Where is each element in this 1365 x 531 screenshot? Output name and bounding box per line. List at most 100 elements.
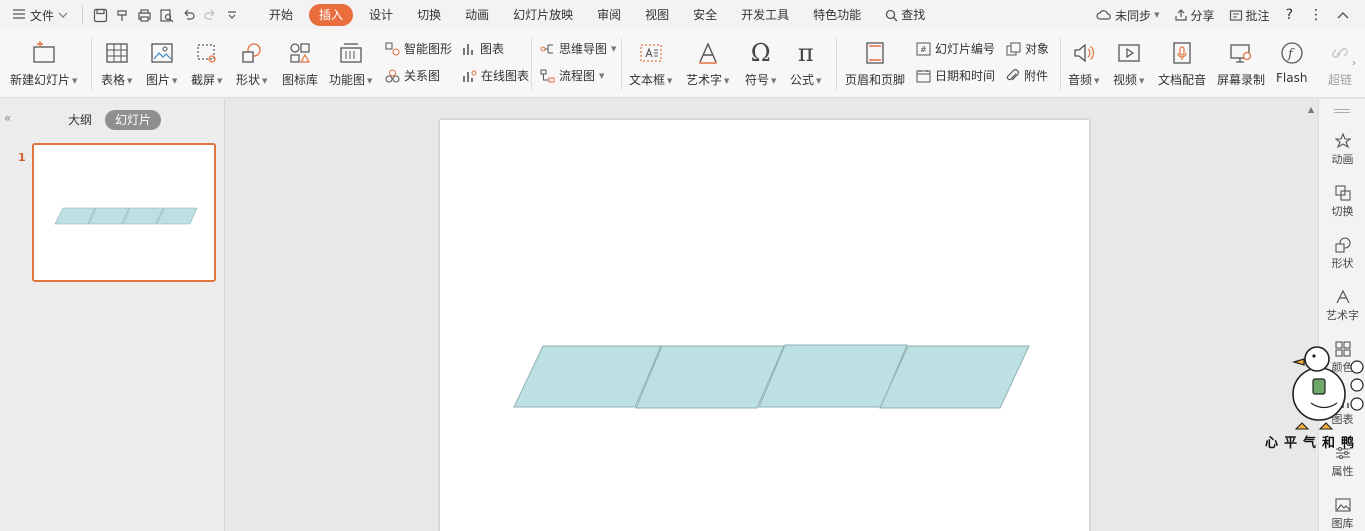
tab-transitions[interactable]: 切换 <box>405 4 453 26</box>
panel-animation-label: 动画 <box>1331 153 1354 166</box>
parallelogram-shape-2[interactable] <box>635 345 785 409</box>
tab-features[interactable]: 特色功能 <box>801 4 873 26</box>
word-art-icon <box>1335 289 1350 304</box>
print-preview-icon[interactable] <box>155 4 177 26</box>
function-chart-icon <box>336 38 366 68</box>
comment-button[interactable]: 批注 <box>1223 7 1276 24</box>
slide-thumbnail[interactable] <box>32 143 216 282</box>
panel-gallery-button[interactable]: 图库 <box>1319 497 1365 531</box>
tab-slides[interactable]: 幻灯片 <box>105 110 162 130</box>
object-icon <box>1006 42 1021 55</box>
panel-handle[interactable] <box>1334 109 1350 113</box>
function-chart-button[interactable]: 功能图 ▼ <box>329 38 372 88</box>
chart-button[interactable]: 图表 <box>462 40 504 57</box>
slide-number-icon: # <box>916 42 931 55</box>
flowchart-label: 流程图 <box>559 69 596 83</box>
formula-label: 公式 <box>790 73 815 87</box>
picture-label: 图片 <box>146 73 171 87</box>
mind-map-icon <box>540 44 553 53</box>
customize-toolbar-icon[interactable] <box>221 4 243 26</box>
tab-review[interactable]: 审阅 <box>585 4 633 26</box>
tab-insert[interactable]: 插入 <box>309 4 354 26</box>
screen-record-button[interactable]: 屏幕录制 <box>1217 38 1265 88</box>
tab-slideshow[interactable]: 幻灯片放映 <box>501 4 585 26</box>
insert-ribbon: 新建幻灯片 ▼ 表格 ▼ 图片 ▼ 截屏 ▼ 形状 ▼ 图标库 功能图 ▼ 智能… <box>0 30 1365 98</box>
parallelogram-shape-1[interactable] <box>513 345 662 408</box>
tab-outline[interactable]: 大纲 <box>58 110 102 130</box>
attachment-button[interactable]: 附件 <box>1006 67 1048 84</box>
doc-dub-button[interactable]: 文档配音 <box>1158 38 1206 88</box>
hyperlink-button[interactable]: 超链 <box>1325 38 1355 88</box>
slide-number-button[interactable]: # 幻灯片编号 <box>916 40 995 57</box>
save-icon[interactable] <box>89 4 111 26</box>
editing-canvas[interactable] <box>226 99 1306 531</box>
smart-art-button[interactable]: 智能图形 <box>385 40 452 57</box>
print-icon[interactable] <box>133 4 155 26</box>
hamburger-icon <box>12 8 26 23</box>
mind-map-button[interactable]: 思维导图 ▼ <box>540 40 616 57</box>
online-chart-button[interactable]: 在线图表 <box>462 67 529 84</box>
tab-animation[interactable]: 动画 <box>453 4 501 26</box>
video-button[interactable]: 视频 ▼ <box>1113 38 1144 88</box>
search-command[interactable]: 查找 <box>873 4 937 26</box>
share-icon <box>1174 8 1187 21</box>
ribbon-separator <box>531 38 532 90</box>
format-painter-icon[interactable] <box>111 4 133 26</box>
collapse-panel-icon[interactable]: « <box>4 111 11 125</box>
scroll-up-icon[interactable]: ▲ <box>1308 105 1314 114</box>
text-box-button[interactable]: 文本框 ▼ <box>629 38 672 88</box>
attachment-label: 附件 <box>1024 69 1049 83</box>
table-label: 表格 <box>101 73 126 87</box>
slide-page[interactable] <box>440 120 1089 531</box>
flowchart-button[interactable]: 流程图 ▼ <box>540 67 604 84</box>
more-icon[interactable]: ⋮ <box>1303 7 1329 23</box>
relation-label: 关系图 <box>404 69 441 83</box>
tab-home[interactable]: 开始 <box>257 4 305 26</box>
sync-button[interactable]: 未同步 ▼ <box>1090 7 1165 24</box>
flash-label: Flash <box>1276 71 1308 85</box>
panel-transition-button[interactable]: 切换 <box>1319 185 1365 219</box>
object-label: 对象 <box>1025 42 1050 56</box>
shape-button[interactable]: 形状 ▼ <box>236 38 267 88</box>
share-button[interactable]: 分享 <box>1168 7 1221 24</box>
tab-developer[interactable]: 开发工具 <box>729 4 801 26</box>
undo-icon[interactable] <box>177 4 199 26</box>
screen-record-label: 屏幕录制 <box>1217 73 1266 87</box>
panel-animation-button[interactable]: 动画 <box>1319 133 1365 167</box>
shape-icon <box>1334 237 1351 253</box>
tab-security[interactable]: 安全 <box>681 4 729 26</box>
help-button[interactable]: ? <box>1278 7 1301 23</box>
gallery-icon <box>1334 498 1351 512</box>
collapse-ribbon-icon[interactable] <box>1331 11 1355 19</box>
symbol-button[interactable]: Ω 符号 ▼ <box>745 38 776 88</box>
vertical-scrollbar[interactable]: ▲ <box>1306 99 1318 531</box>
picture-icon <box>147 38 177 68</box>
chart-icon <box>463 43 473 55</box>
flash-button[interactable]: f Flash <box>1276 38 1307 85</box>
picture-button[interactable]: 图片 ▼ <box>146 38 177 88</box>
redo-icon[interactable] <box>199 4 221 26</box>
panel-transition-label: 切换 <box>1331 205 1354 218</box>
tab-view[interactable]: 视图 <box>633 4 681 26</box>
object-button[interactable]: 对象 <box>1006 40 1049 57</box>
panel-wordart-button[interactable]: 艺术字 <box>1319 289 1365 323</box>
svg-text:#: # <box>920 45 927 54</box>
chart-label: 图表 <box>480 42 505 56</box>
table-button[interactable]: 表格 ▼ <box>101 38 132 88</box>
ribbon-scroll-right-icon[interactable]: › <box>1352 58 1356 69</box>
formula-button[interactable]: π 公式 ▼ <box>790 38 821 88</box>
new-slide-button[interactable]: 新建幻灯片 ▼ <box>10 38 77 88</box>
date-time-button[interactable]: 日期和时间 <box>916 67 995 84</box>
relation-chart-button[interactable]: 关系图 <box>385 67 440 84</box>
file-menu[interactable]: 文件 <box>0 0 76 30</box>
text-box-label: 文本框 <box>629 73 666 87</box>
panel-wordart-label: 艺术字 <box>1326 309 1359 322</box>
header-footer-button[interactable]: 页眉和页脚 <box>845 38 905 88</box>
audio-button[interactable]: 音频 ▼ <box>1068 38 1099 88</box>
screenshot-button[interactable]: 截屏 ▼ <box>191 38 222 88</box>
icon-library-button[interactable]: 图标库 <box>282 38 318 88</box>
word-art-button[interactable]: 艺术字 ▼ <box>686 38 729 88</box>
tab-design[interactable]: 设计 <box>357 4 405 26</box>
ribbon-separator <box>836 38 837 90</box>
panel-shape-button[interactable]: 形状 <box>1319 237 1365 271</box>
